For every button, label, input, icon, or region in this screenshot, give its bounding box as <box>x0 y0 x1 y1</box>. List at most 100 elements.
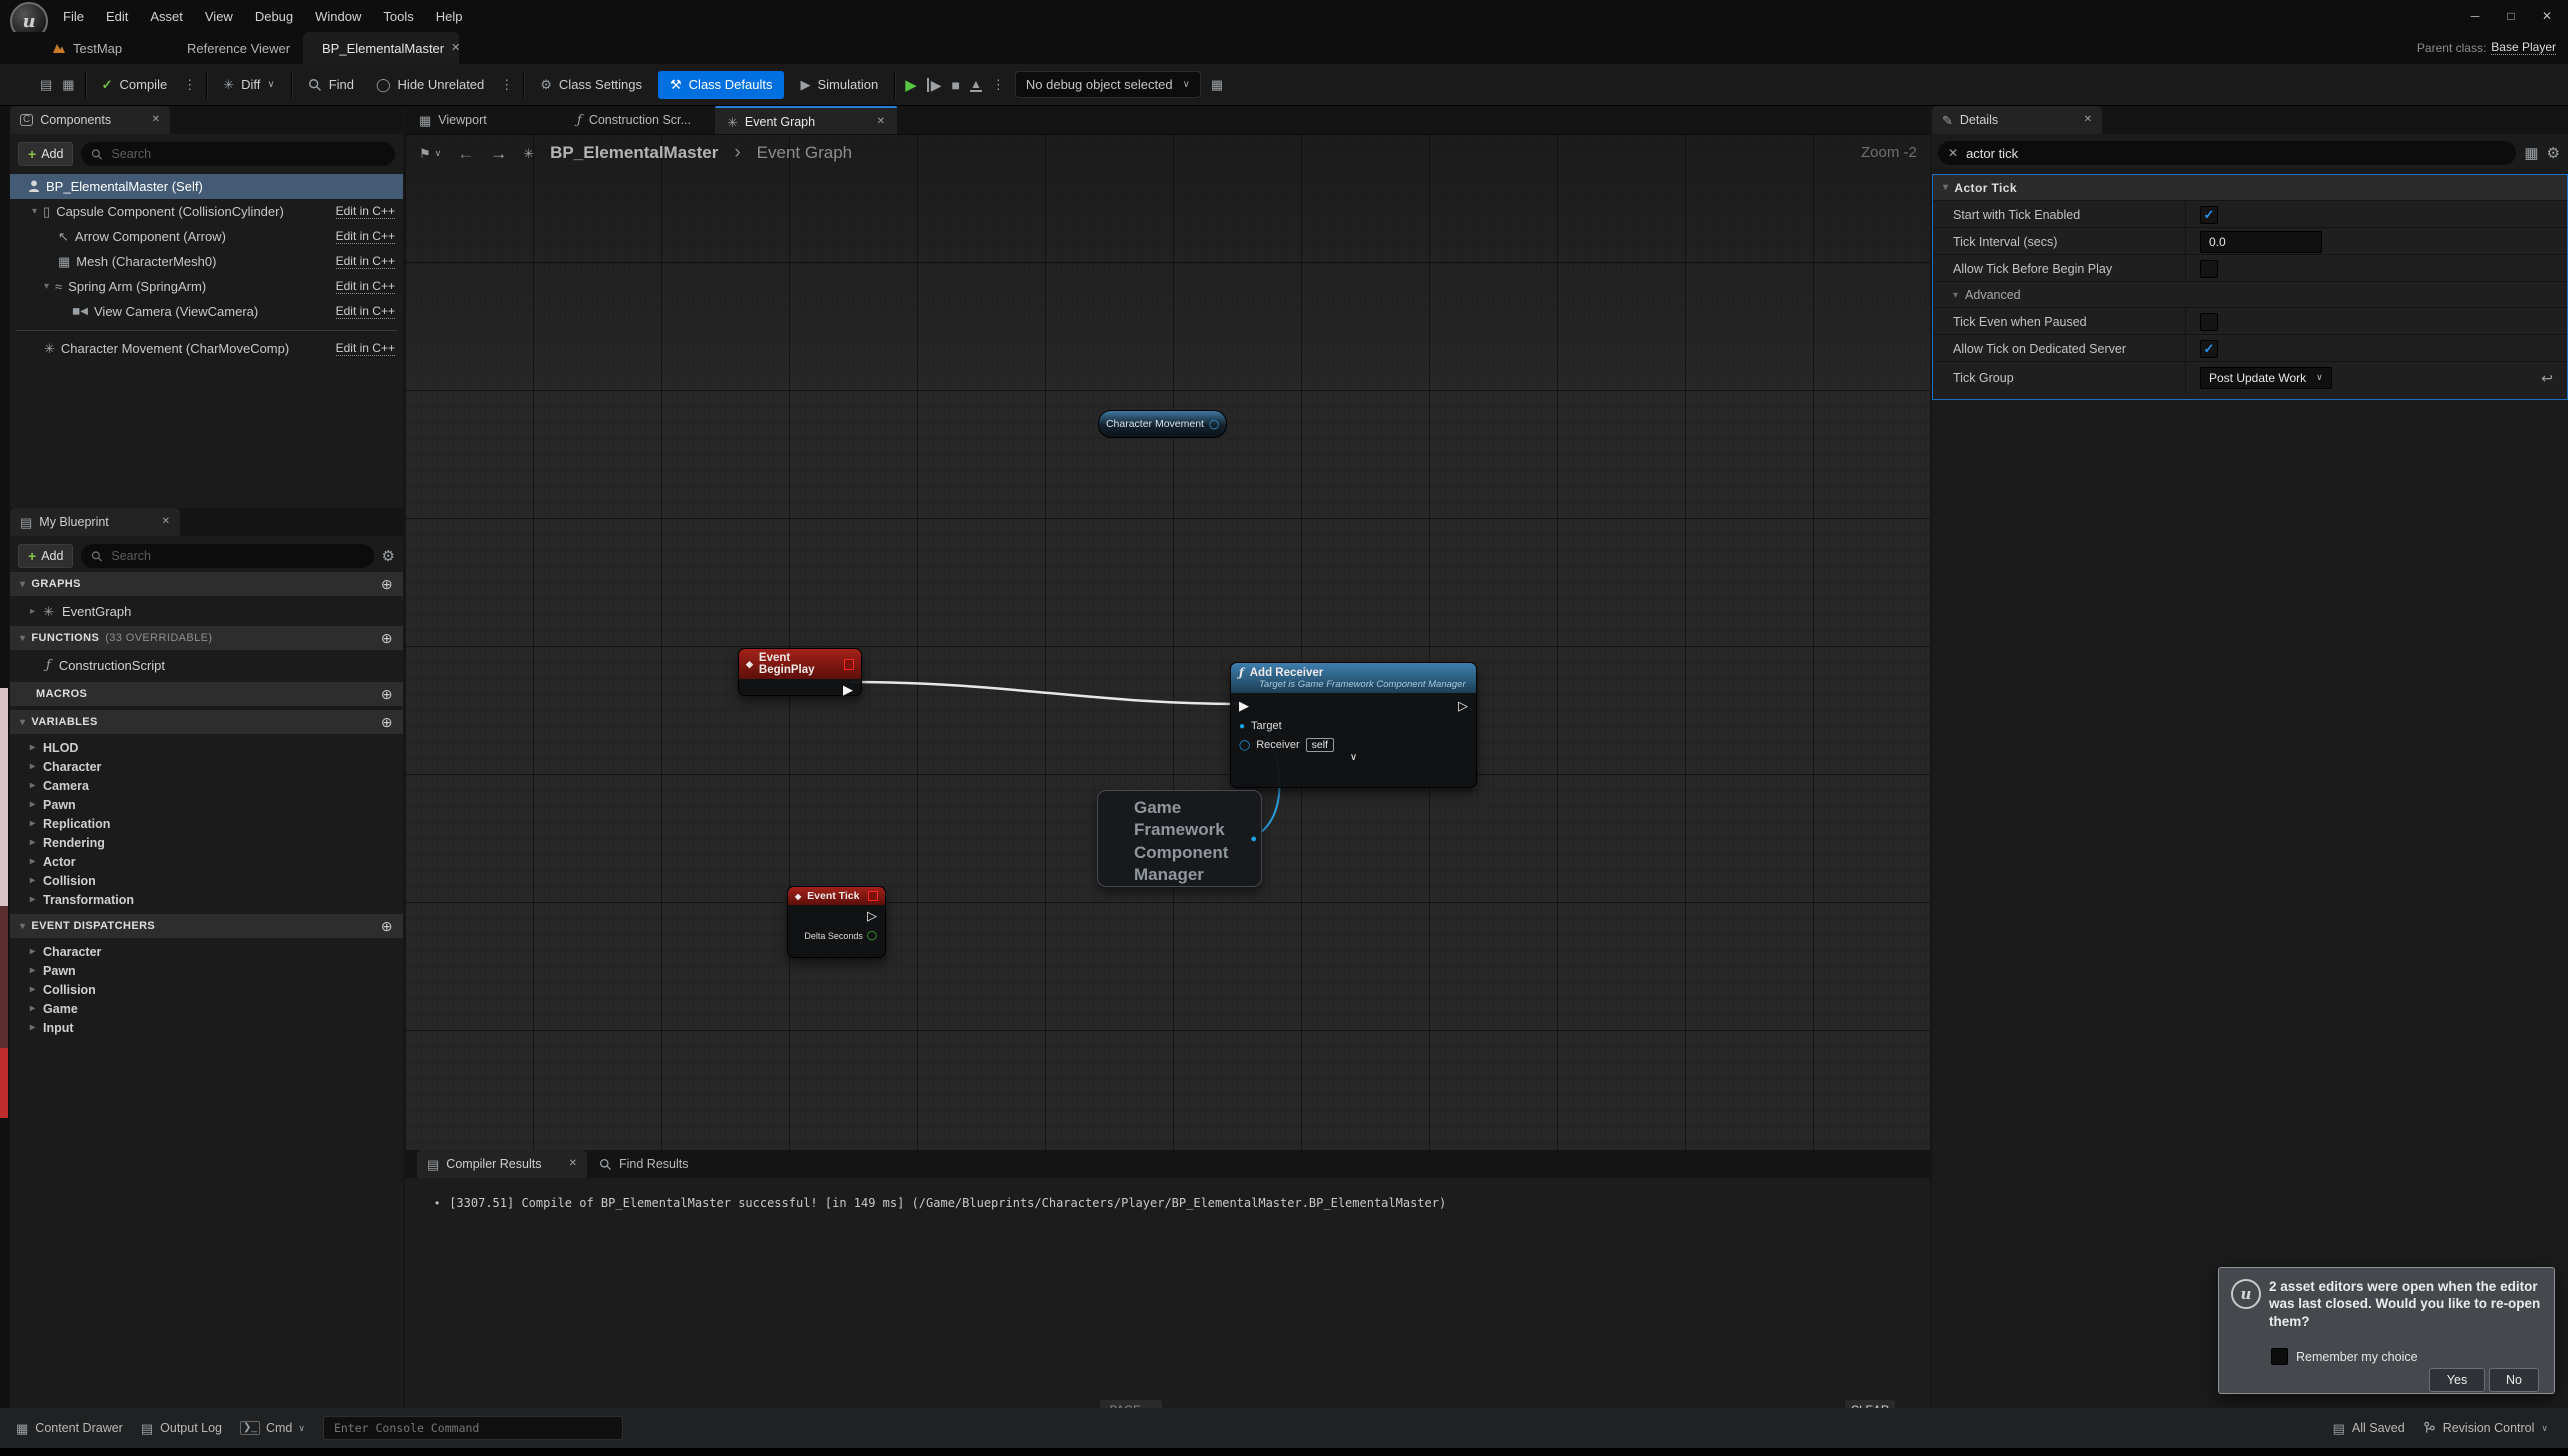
debug-browse-icon[interactable]: ▦ <box>1211 78 1223 91</box>
expand-icon[interactable]: ▸ <box>30 875 35 886</box>
node-event-beginplay[interactable]: ◆ Event BeginPlay ▶ <box>738 648 862 696</box>
add-macro-icon[interactable]: ⊕ <box>381 686 393 703</box>
exec-out-pin[interactable]: ▷ <box>1458 698 1468 714</box>
component-row-arrow[interactable]: ↖ Arrow Component (Arrow) Edit in C++ <box>10 224 403 249</box>
component-row-charmovement[interactable]: ✳ Character Movement (CharMoveComp) Edit… <box>10 336 403 361</box>
expand-icon[interactable]: ▸ <box>30 946 35 957</box>
output-log-button[interactable]: ▤ Output Log <box>141 1421 222 1435</box>
node-event-tick[interactable]: ◆ Event Tick ▷ Delta Seconds ◯ <box>787 886 886 958</box>
edit-in-cpp-link[interactable]: Edit in C++ <box>336 304 395 319</box>
variable-category-pawn[interactable]: ▸Pawn <box>10 795 403 814</box>
menu-help[interactable]: Help <box>425 0 474 32</box>
dispatcher-category-input[interactable]: ▸Input <box>10 1018 403 1037</box>
variable-category-replication[interactable]: ▸Replication <box>10 814 403 833</box>
object-pin-icon[interactable]: ◯ <box>1209 419 1219 430</box>
actor-tick-header[interactable]: ▾ Actor Tick <box>1933 175 2567 200</box>
remember-choice-checkbox[interactable] <box>2271 1348 2288 1365</box>
diff-button[interactable]: ✳ Diff ∨ <box>217 72 281 97</box>
node-add-receiver[interactable]: ƒ Add Receiver Target is Game Framework … <box>1230 662 1477 788</box>
expand-icon[interactable]: ▸ <box>30 856 35 867</box>
close-tab-icon[interactable]: ✕ <box>451 43 460 54</box>
dispatcher-category-game[interactable]: ▸Game <box>10 999 403 1018</box>
variable-category-hlod[interactable]: ▸HLOD <box>10 738 403 757</box>
reset-to-default-icon[interactable]: ↩ <box>2541 371 2553 385</box>
expand-icon[interactable]: ▸ <box>30 606 35 617</box>
component-row-self[interactable]: BP_ElementalMaster (Self) <box>10 174 403 199</box>
component-row-capsule[interactable]: ▾ ▯ Capsule Component (CollisionCylinder… <box>10 199 403 224</box>
return-value-pin-icon[interactable]: ● <box>1250 833 1257 845</box>
dispatcher-category-character[interactable]: ▸Character <box>10 942 403 961</box>
expand-icon[interactable]: ▸ <box>30 894 35 905</box>
component-row-mesh[interactable]: ▦ Mesh (CharacterMesh0) Edit in C++ <box>10 249 403 274</box>
compiler-results-tab[interactable]: ▤ Compiler Results ✕ <box>417 1150 587 1178</box>
macros-section-header[interactable]: MACROS ⊕ <box>10 682 403 706</box>
content-drawer-button[interactable]: ▦ Content Drawer <box>16 1421 123 1435</box>
no-button[interactable]: No <box>2489 1368 2539 1392</box>
tab-construction-script[interactable]: ƒ Construction Scr... <box>565 106 703 134</box>
add-variable-icon[interactable]: ⊕ <box>381 714 393 731</box>
component-row-springarm[interactable]: ▾ ≈ Spring Arm (SpringArm) Edit in C++ <box>10 274 403 299</box>
constructionscript-row[interactable]: ƒ ConstructionScript <box>10 654 403 676</box>
functions-section-header[interactable]: ▾ FUNCTIONS (33 OVERRIDABLE) ⊕ <box>10 626 403 650</box>
target-pin-icon[interactable]: ● <box>1239 721 1245 732</box>
blueprint-filter-gear-icon[interactable]: ⚙ <box>382 549 395 564</box>
compile-options-kebab-icon[interactable]: ⋮ <box>183 78 196 91</box>
play-button[interactable]: ▶ <box>905 76 917 94</box>
expand-icon[interactable]: ▸ <box>30 742 35 753</box>
component-row-viewcamera[interactable]: ◼◀ View Camera (ViewCamera) Edit in C++ <box>10 299 403 324</box>
parent-class-link[interactable]: Base Player <box>2491 40 2556 55</box>
expand-icon[interactable]: ▸ <box>30 984 35 995</box>
allow-before-begin-checkbox[interactable] <box>2200 260 2218 278</box>
components-search-input[interactable] <box>109 146 385 162</box>
find-results-tab[interactable]: Find Results <box>587 1150 700 1178</box>
expand-icon[interactable]: ▸ <box>30 761 35 772</box>
revision-control-button[interactable]: Revision Control ∨ <box>2423 1421 2548 1435</box>
add-blueprint-item-button[interactable]: + Add <box>18 544 73 568</box>
menu-view[interactable]: View <box>194 0 244 32</box>
node-game-framework-component-manager[interactable]: Game Framework Component Manager ● <box>1097 790 1262 887</box>
debug-object-dropdown[interactable]: No debug object selected ∨ <box>1015 71 1201 98</box>
edit-in-cpp-link[interactable]: Edit in C++ <box>336 229 395 244</box>
menu-asset[interactable]: Asset <box>139 0 194 32</box>
dispatcher-category-collision[interactable]: ▸Collision <box>10 980 403 999</box>
node-character-movement[interactable]: Character Movement ◯ <box>1098 410 1227 438</box>
exec-out-pin[interactable]: ▷ <box>867 908 877 924</box>
add-dispatcher-icon[interactable]: ⊕ <box>381 918 393 935</box>
tick-even-paused-checkbox[interactable] <box>2200 313 2218 331</box>
details-settings-gear-icon[interactable]: ⚙ <box>2547 146 2560 161</box>
browse-asset-icon[interactable]: ▦ <box>62 78 74 91</box>
variables-section-header[interactable]: ▾ VARIABLES ⊕ <box>10 710 403 734</box>
close-window-button[interactable]: ✕ <box>2532 5 2562 27</box>
save-icon[interactable]: ▤ <box>40 78 52 91</box>
menu-debug[interactable]: Debug <box>244 0 304 32</box>
find-button[interactable]: Find <box>302 72 360 97</box>
components-search[interactable] <box>81 142 395 166</box>
details-search-input[interactable] <box>1964 145 2506 162</box>
tab-event-graph[interactable]: ✳ Event Graph ✕ <box>715 106 897 136</box>
tab-viewport[interactable]: ▦ Viewport <box>407 106 499 134</box>
dedicated-server-checkbox[interactable]: ✓ <box>2200 340 2218 358</box>
receiver-pin-icon[interactable]: ◯ <box>1239 740 1250 751</box>
variable-category-collision[interactable]: ▸Collision <box>10 871 403 890</box>
simulation-button[interactable]: ▶ Simulation <box>794 72 884 97</box>
add-function-icon[interactable]: ⊕ <box>381 630 393 647</box>
variable-category-actor[interactable]: ▸Actor <box>10 852 403 871</box>
cmd-dropdown[interactable]: ❯_ Cmd ∨ <box>240 1421 305 1435</box>
expand-icon[interactable]: ▸ <box>30 1003 35 1014</box>
hide-unrelated-kebab-icon[interactable]: ⋮ <box>500 78 513 91</box>
all-saved-indicator[interactable]: ▤ All Saved <box>2333 1421 2405 1435</box>
hide-unrelated-button[interactable]: ◯ Hide Unrelated <box>370 72 490 97</box>
exec-out-pin[interactable]: ▶ <box>843 682 853 698</box>
delta-seconds-pin-icon[interactable]: ◯ <box>867 930 877 941</box>
add-graph-icon[interactable]: ⊕ <box>381 576 393 593</box>
components-panel-tab[interactable]: C Components ✕ <box>10 106 170 134</box>
console-command-field[interactable] <box>323 1416 623 1440</box>
close-icon[interactable]: ✕ <box>162 517 170 527</box>
maximize-button[interactable]: □ <box>2496 5 2526 27</box>
class-settings-button[interactable]: ⚙ Class Settings <box>534 72 648 97</box>
expand-icon[interactable]: ▸ <box>30 965 35 976</box>
tick-interval-input[interactable]: 0.0 <box>2200 231 2322 253</box>
expand-icon[interactable]: ▸ <box>30 780 35 791</box>
expand-icon[interactable]: ▾ <box>32 206 37 217</box>
close-icon[interactable]: ✕ <box>2084 115 2092 125</box>
